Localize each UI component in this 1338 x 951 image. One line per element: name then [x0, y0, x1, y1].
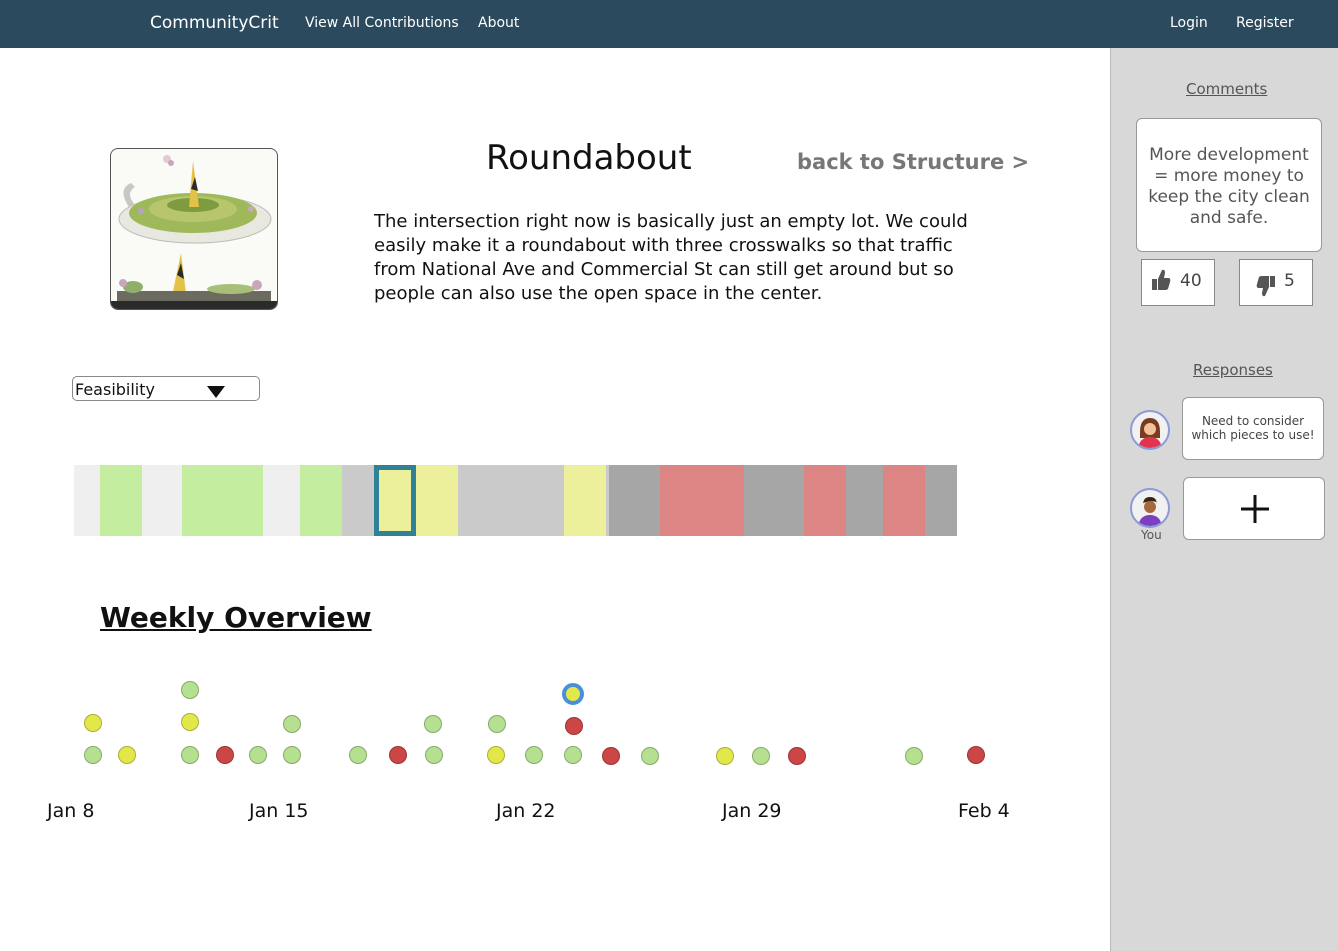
date-label-feb-4: Feb 4 — [958, 800, 1010, 822]
feedback-dot[interactable] — [565, 717, 583, 735]
timeline-segment[interactable] — [263, 465, 300, 536]
comment-card: More development = more money to keep th… — [1136, 118, 1322, 252]
timeline-segment[interactable] — [846, 465, 883, 536]
upvote-count: 40 — [1180, 271, 1202, 291]
feedback-dot[interactable] — [602, 747, 620, 765]
criteria-dropdown[interactable]: Feasibility — [72, 376, 260, 401]
downvote-button[interactable]: 5 — [1239, 259, 1313, 306]
timeline-segment[interactable] — [925, 465, 957, 536]
feedback-dot[interactable] — [349, 746, 367, 764]
idea-thumbnail-image — [110, 148, 278, 310]
back-to-structure-link[interactable]: back to Structure > — [797, 150, 1029, 174]
feedback-dot[interactable] — [249, 746, 267, 764]
response-text: Need to consider which pieces to use! — [1191, 414, 1315, 442]
timeline-segment[interactable] — [744, 465, 804, 536]
date-label-jan-29: Jan 29 — [722, 800, 782, 822]
feedback-dot[interactable] — [424, 715, 442, 733]
thumbs-up-icon — [1151, 268, 1171, 296]
dropdown-arrow-icon — [207, 386, 225, 398]
feedback-dot-selected[interactable] — [562, 683, 584, 705]
timeline-segment[interactable] — [342, 465, 374, 536]
timeline-segment[interactable] — [883, 465, 925, 536]
timeline-segment[interactable] — [660, 465, 744, 536]
idea-description: The intersection right now is basically … — [374, 211, 968, 304]
you-label: You — [1141, 528, 1162, 542]
date-label-jan-8: Jan 8 — [47, 800, 95, 822]
feedback-dot[interactable] — [283, 715, 301, 733]
top-navbar: CommunityCrit View All Contributions Abo… — [0, 0, 1338, 48]
timeline-segment[interactable] — [458, 465, 564, 536]
date-label-jan-15: Jan 15 — [249, 800, 309, 822]
feedback-dot[interactable] — [788, 747, 806, 765]
feedback-dot[interactable] — [118, 746, 136, 764]
feedback-dot[interactable] — [564, 746, 582, 764]
weekly-overview-heading: Weekly Overview — [100, 601, 372, 634]
feedback-dot[interactable] — [488, 715, 506, 733]
timeline-segment[interactable] — [609, 465, 660, 536]
rating-timeline-bar — [74, 465, 957, 536]
comment-text: More development = more money to keep th… — [1148, 145, 1310, 228]
nav-about[interactable]: About — [478, 15, 519, 31]
timeline-segment[interactable] — [804, 465, 846, 536]
idea-title: Roundabout — [486, 138, 692, 178]
upvote-button[interactable]: 40 — [1141, 259, 1215, 306]
responder-avatar — [1130, 410, 1170, 450]
feedback-dot[interactable] — [84, 746, 102, 764]
feedback-dot[interactable] — [181, 746, 199, 764]
comments-heading[interactable]: Comments — [1186, 80, 1267, 98]
feedback-dot[interactable] — [216, 746, 234, 764]
date-label-jan-22: Jan 22 — [496, 800, 556, 822]
nav-view-all-contributions[interactable]: View All Contributions — [305, 15, 459, 31]
timeline-segment[interactable] — [142, 465, 182, 536]
timeline-segment[interactable] — [416, 465, 458, 536]
timeline-segment-selected[interactable] — [374, 465, 416, 536]
timeline-segment[interactable] — [564, 465, 606, 536]
feedback-dot[interactable] — [181, 681, 199, 699]
feedback-dot[interactable] — [487, 746, 505, 764]
thumbs-down-icon — [1256, 274, 1276, 302]
feedback-dot[interactable] — [283, 746, 301, 764]
timeline-segment[interactable] — [182, 465, 263, 536]
brand-link[interactable]: CommunityCrit — [150, 13, 279, 33]
feedback-dot[interactable] — [389, 746, 407, 764]
timeline-segment[interactable] — [74, 465, 100, 536]
nav-register[interactable]: Register — [1236, 15, 1294, 31]
timeline-segment[interactable] — [300, 465, 342, 536]
add-response-button[interactable] — [1183, 477, 1325, 540]
dropdown-selected-value: Feasibility — [75, 380, 155, 399]
feedback-dot[interactable] — [905, 747, 923, 765]
feedback-dot[interactable] — [716, 747, 734, 765]
nav-login[interactable]: Login — [1170, 15, 1208, 31]
feedback-dot[interactable] — [425, 746, 443, 764]
timeline-segment[interactable] — [100, 465, 142, 536]
feedback-dot[interactable] — [181, 713, 199, 731]
feedback-dot[interactable] — [641, 747, 659, 765]
feedback-dot[interactable] — [752, 747, 770, 765]
feedback-dot[interactable] — [84, 714, 102, 732]
feedback-dot[interactable] — [525, 746, 543, 764]
feedback-dot[interactable] — [967, 746, 985, 764]
plus-icon — [1240, 494, 1270, 528]
responses-heading[interactable]: Responses — [1193, 361, 1273, 379]
response-card: Need to consider which pieces to use! — [1182, 397, 1324, 460]
downvote-count: 5 — [1284, 271, 1295, 291]
user-avatar — [1130, 488, 1170, 528]
